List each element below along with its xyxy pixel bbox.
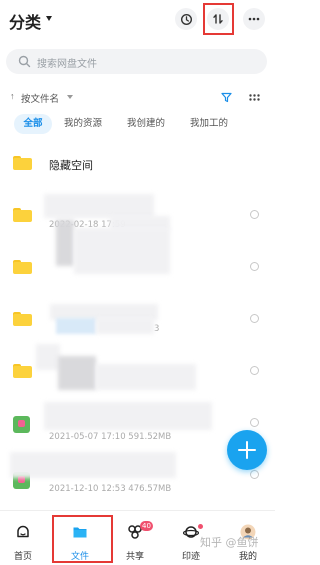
more-button[interactable] xyxy=(243,8,265,30)
nav-label: 首页 xyxy=(13,552,32,562)
list-item[interactable]: 隐藏空间 xyxy=(0,140,275,192)
tab-processed-by-me[interactable]: 我加工的 xyxy=(190,114,228,134)
select-checkbox[interactable] xyxy=(250,210,259,219)
upload-fab-button[interactable] xyxy=(227,430,267,470)
select-checkbox[interactable] xyxy=(250,314,259,323)
page-title[interactable]: 分类 xyxy=(9,9,41,33)
redaction xyxy=(58,356,96,390)
redaction xyxy=(44,402,212,430)
grid-view-icon[interactable] xyxy=(249,94,260,101)
tab-created-by-me[interactable]: 我创建的 xyxy=(127,114,165,134)
sort-by-name-button[interactable]: 按文件名 xyxy=(21,91,59,105)
nav-label: 印迹 xyxy=(181,552,200,562)
chevron-down-icon[interactable] xyxy=(46,16,52,21)
notification-badge: 40 xyxy=(140,521,153,531)
redaction xyxy=(44,194,154,218)
history-icon xyxy=(180,13,192,25)
watermark: 知乎 @鱼饼 xyxy=(200,536,259,549)
planet-icon xyxy=(183,526,199,538)
files-tab-highlight xyxy=(52,515,113,563)
select-checkbox[interactable] xyxy=(250,262,259,271)
folder-icon xyxy=(13,312,32,326)
file-meta: 2021-12-10 12:53 476.57MB xyxy=(49,484,172,494)
redaction xyxy=(96,364,196,390)
home-icon xyxy=(17,525,29,538)
chevron-down-icon[interactable] xyxy=(67,95,73,99)
redaction xyxy=(56,220,74,266)
select-checkbox[interactable] xyxy=(250,470,259,479)
search-icon xyxy=(18,55,31,68)
redaction xyxy=(96,318,154,334)
more-icon xyxy=(248,17,260,21)
notification-dot xyxy=(198,524,203,529)
redaction xyxy=(36,344,60,370)
nav-share[interactable]: 40 共享 xyxy=(115,511,155,565)
filter-icon[interactable] xyxy=(221,92,232,103)
category-tabs: 全部 我的资源 我创建的 我加工的 xyxy=(0,114,275,134)
file-meta: 2021-05-07 17:10 591.52MB xyxy=(49,432,172,442)
folder-icon xyxy=(13,156,32,170)
nav-label: 我的 xyxy=(238,552,257,562)
redaction xyxy=(74,228,170,274)
select-checkbox[interactable] xyxy=(250,366,259,375)
history-button[interactable] xyxy=(175,8,197,30)
folder-icon xyxy=(13,364,32,378)
search-input[interactable]: 搜索网盘文件 xyxy=(37,55,97,70)
sort-bar: ↑ 按文件名 xyxy=(0,88,275,106)
redaction xyxy=(56,318,96,334)
tab-all[interactable]: 全部 xyxy=(14,114,52,134)
package-file-icon xyxy=(13,416,30,433)
file-name: 隐藏空间 xyxy=(49,159,93,172)
redaction xyxy=(10,452,176,478)
nav-home[interactable]: 首页 xyxy=(3,511,43,565)
list-item[interactable] xyxy=(0,344,275,400)
list-item[interactable]: 3 xyxy=(0,296,275,348)
sort-button-highlight xyxy=(203,3,234,35)
list-item[interactable] xyxy=(0,220,275,296)
folder-icon xyxy=(13,208,32,222)
tab-my-resources[interactable]: 我的资源 xyxy=(64,114,102,134)
file-meta: 3 xyxy=(154,324,160,334)
nav-label: 共享 xyxy=(125,552,144,562)
sort-direction-icon[interactable]: ↑ xyxy=(10,91,15,101)
select-checkbox[interactable] xyxy=(250,418,259,427)
search-bar[interactable]: 搜索网盘文件 xyxy=(6,49,267,74)
folder-icon xyxy=(13,260,32,274)
